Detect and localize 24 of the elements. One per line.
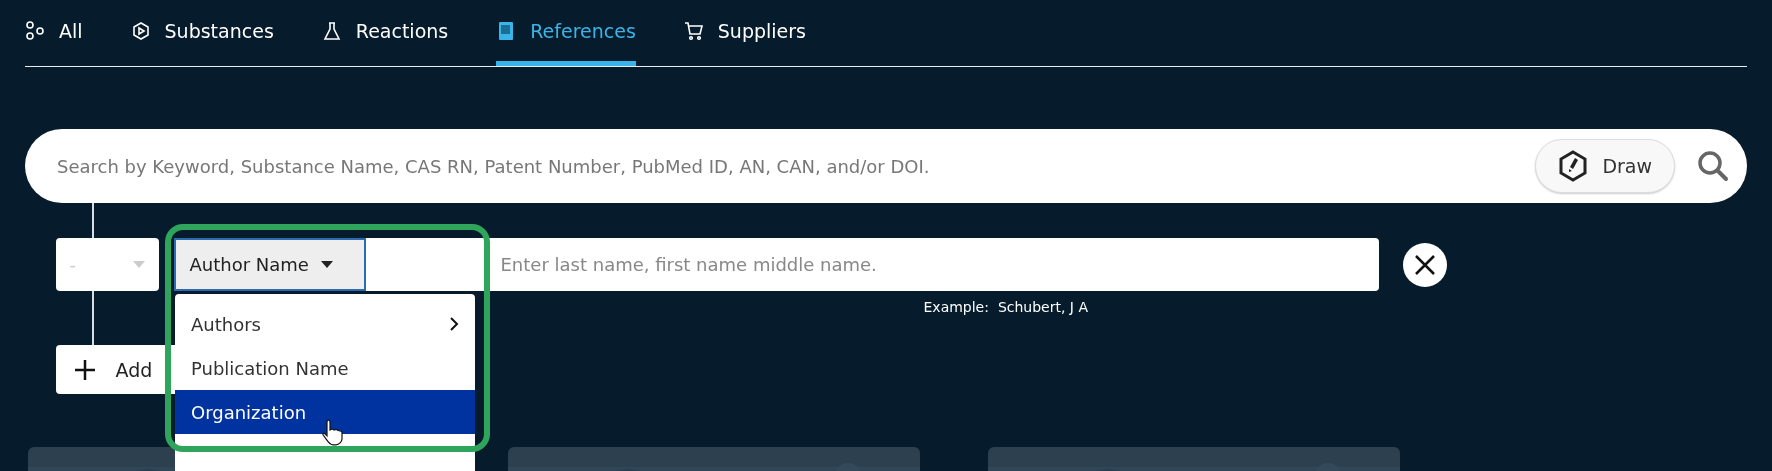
search-field[interactable]: Search by Keyword, Substance Name, CAS RN, Patent Number, PubMed ID, AN, CAN, and/or DOI. Draw xyxy=(25,129,1747,203)
menu-item[interactable]: Authors xyxy=(175,302,475,346)
cart-icon xyxy=(683,20,704,41)
menu-item[interactable]: Organization xyxy=(175,390,475,434)
hexagon-pencil-icon xyxy=(1558,150,1589,182)
author-name-field[interactable]: Enter last name, first name middle name. xyxy=(365,238,1379,291)
tab[interactable]: All xyxy=(25,0,83,66)
flask-icon xyxy=(321,20,342,41)
caret-icon xyxy=(132,261,145,268)
tab[interactable]: Suppliers xyxy=(683,0,806,66)
circles-icon xyxy=(25,20,45,41)
hexagon-icon xyxy=(130,20,151,41)
caret-icon xyxy=(320,261,333,268)
search-icon[interactable] xyxy=(1697,150,1729,182)
tab[interactable]: Substances xyxy=(130,0,274,66)
field-select[interactable]: Author Name xyxy=(173,238,366,291)
close-icon xyxy=(1413,253,1436,276)
hand-cursor-icon xyxy=(322,418,344,446)
example-hint: Example: Schubert, J A xyxy=(923,299,1089,315)
draw-button[interactable]: Draw xyxy=(1535,139,1675,193)
plus-icon xyxy=(73,358,96,381)
tab[interactable]: References xyxy=(496,0,636,66)
tab[interactable]: Reactions xyxy=(321,0,449,66)
chevron-icon xyxy=(449,316,459,332)
